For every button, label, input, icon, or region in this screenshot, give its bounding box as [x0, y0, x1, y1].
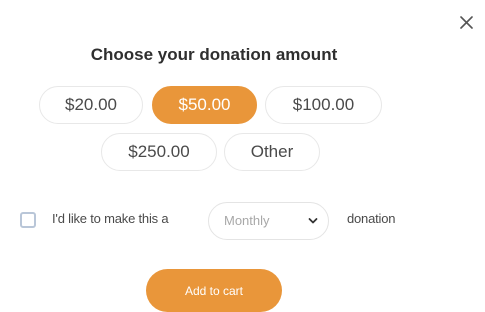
amount-option-50[interactable]: $50.00: [152, 86, 257, 124]
frequency-select-value: Monthly: [224, 213, 270, 228]
recurring-checkbox[interactable]: [20, 212, 36, 228]
close-button[interactable]: [454, 10, 478, 34]
close-icon: [459, 15, 473, 29]
recurring-suffix: donation: [347, 211, 396, 226]
frequency-select[interactable]: Monthly: [208, 202, 329, 240]
amount-option-other[interactable]: Other: [224, 133, 320, 171]
add-to-cart-button[interactable]: Add to cart: [146, 269, 282, 312]
amount-option-250[interactable]: $250.00: [101, 133, 217, 171]
chevron-down-icon: [308, 218, 318, 224]
recurring-label: I'd like to make this a: [52, 211, 169, 226]
amount-option-100[interactable]: $100.00: [265, 86, 382, 124]
dialog-title: Choose your donation amount: [90, 45, 338, 64]
amount-option-20[interactable]: $20.00: [39, 86, 143, 124]
